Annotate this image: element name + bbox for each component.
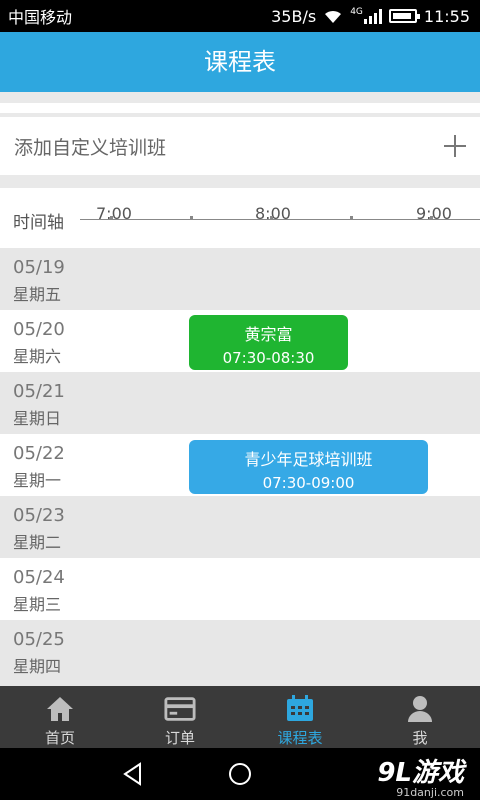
- day-weekday: 星期日: [13, 409, 62, 428]
- tick-mark: [190, 216, 193, 219]
- day-date: 05/25: [13, 629, 65, 650]
- watermark-brand: 9L游戏: [377, 758, 464, 788]
- network-speed: 35B/s: [271, 6, 317, 26]
- clock: 11:55: [423, 6, 470, 26]
- day-weekday: 星期二: [13, 533, 62, 552]
- day-row: 05/24 星期三: [0, 558, 480, 620]
- day-weekday: 星期四: [13, 657, 62, 676]
- tab-me[interactable]: 我: [360, 686, 480, 748]
- battery-icon: [388, 9, 420, 23]
- event-time: 07:30-09:00: [262, 474, 355, 492]
- tab-label: 课程表: [277, 729, 323, 747]
- calendar-icon: [284, 694, 316, 723]
- tab-label: 首页: [44, 729, 75, 747]
- wifi-icon: [325, 10, 342, 23]
- day-weekday: 星期一: [13, 471, 62, 490]
- tick-mark: [350, 216, 353, 219]
- event-block[interactable]: 青少年足球培训班 07:30-09:00: [189, 440, 428, 494]
- day-weekday: 星期六: [13, 347, 62, 366]
- event-time: 07:30-08:30: [222, 349, 315, 367]
- timeline-header: 时间轴 7:00 8:00 9:00: [0, 188, 480, 248]
- back-icon[interactable]: [120, 761, 146, 787]
- add-custom-class-label: 添加自定义培训班: [14, 136, 167, 159]
- day-date: 05/24: [13, 567, 65, 588]
- day-weekday: 星期五: [13, 285, 62, 304]
- event-name: 青少年足球培训班: [244, 450, 373, 469]
- divider: [0, 103, 480, 113]
- day-date: 05/20: [13, 319, 65, 340]
- carrier-label: 中国移动: [8, 8, 73, 27]
- status-right: 35B/s 4G 11:55: [271, 7, 470, 26]
- card-icon: [164, 694, 196, 723]
- event-block[interactable]: 黄宗富 07:30-08:30: [189, 315, 348, 370]
- tab-label: 我: [412, 729, 428, 747]
- tick-label: 9:00: [416, 204, 452, 223]
- tab-home[interactable]: 首页: [0, 686, 120, 748]
- home-circle-icon[interactable]: [227, 761, 253, 787]
- day-date: 05/21: [13, 381, 65, 402]
- tick-label: 8:00: [255, 204, 291, 223]
- tick-label: 7:00: [96, 204, 132, 223]
- tick-mark: [430, 216, 433, 219]
- day-date: 05/23: [13, 505, 65, 526]
- event-name: 黄宗富: [244, 325, 293, 344]
- network-type: 4G: [350, 7, 363, 17]
- home-icon: [44, 694, 76, 723]
- watermark: 9L游戏 91danji.com: [377, 752, 464, 799]
- tab-orders[interactable]: 订单: [120, 686, 240, 748]
- plus-icon[interactable]: [444, 135, 466, 157]
- day-row: 05/25 星期四: [0, 620, 480, 686]
- timeline-label: 时间轴: [13, 213, 64, 233]
- tab-schedule[interactable]: 课程表: [240, 686, 360, 748]
- tick-mark: [270, 216, 273, 219]
- tick-mark: [110, 216, 113, 219]
- add-custom-class-row[interactable]: 添加自定义培训班: [0, 117, 480, 175]
- day-date: 05/19: [13, 257, 65, 278]
- status-bar: 中国移动 35B/s 4G 11:55: [0, 0, 480, 32]
- day-row: 05/23 星期二: [0, 496, 480, 558]
- bottom-tab-bar: 首页 订单 课程表 我: [0, 686, 480, 748]
- day-row: 05/19 星期五: [0, 248, 480, 310]
- signal-icon: [363, 8, 382, 24]
- day-date: 05/22: [13, 443, 65, 464]
- tab-label: 订单: [164, 729, 195, 747]
- day-weekday: 星期三: [13, 595, 62, 614]
- page-title: 课程表: [0, 32, 480, 92]
- user-icon: [404, 694, 436, 723]
- day-row: 05/21 星期日: [0, 372, 480, 434]
